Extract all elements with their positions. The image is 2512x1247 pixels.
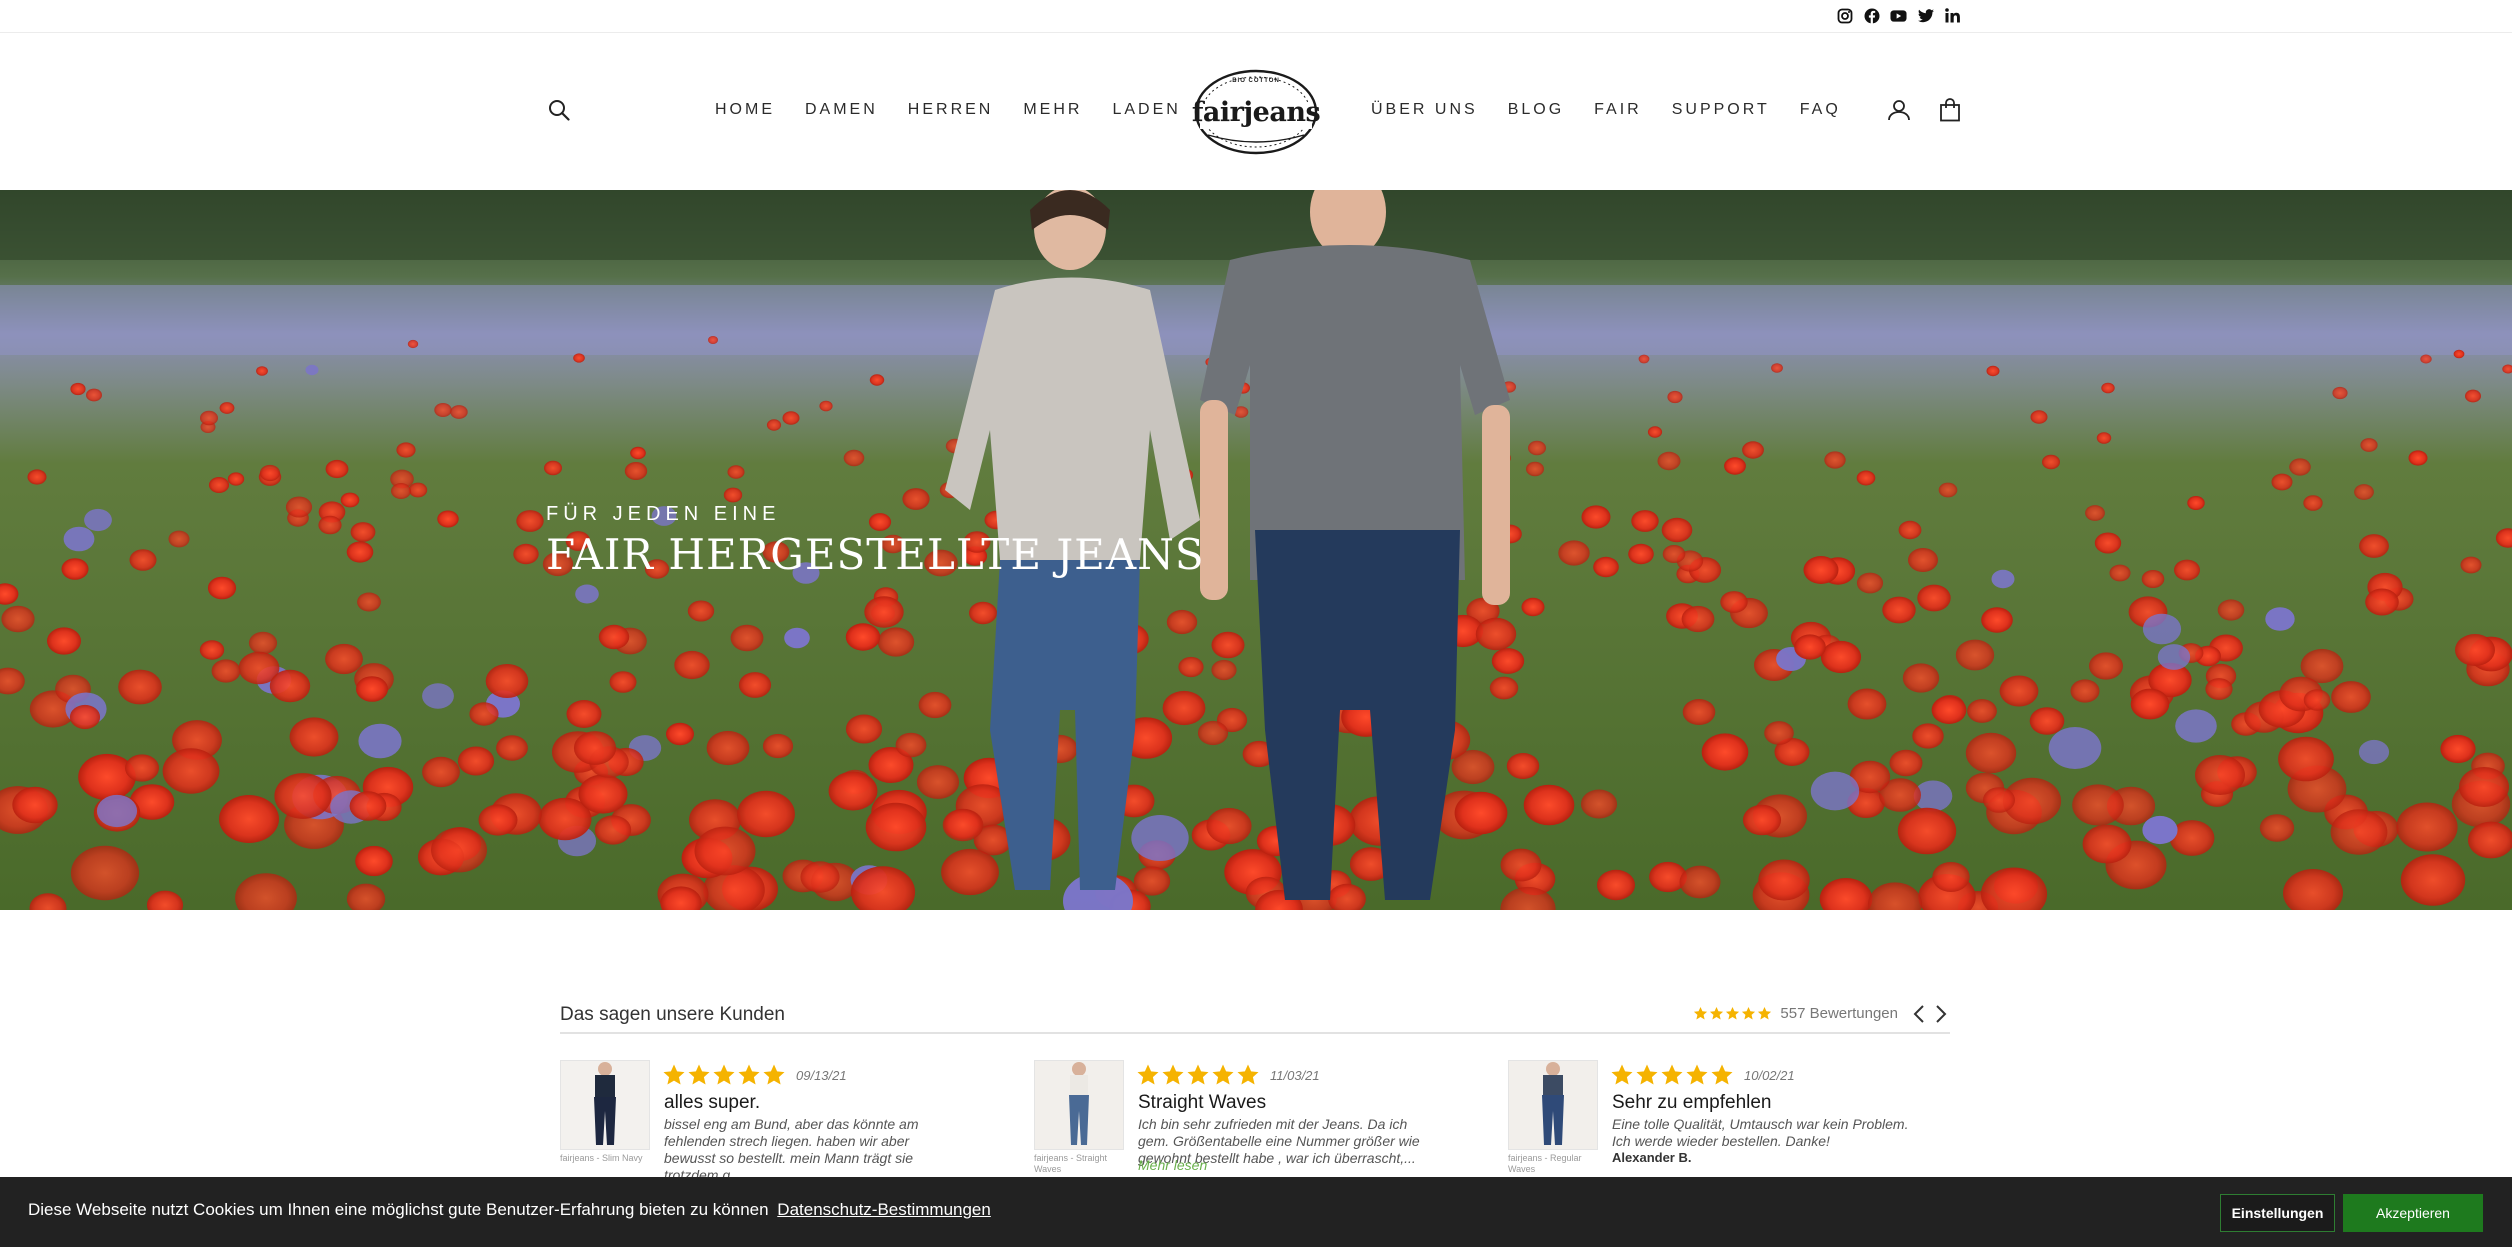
reviews-count: 557 Bewertungen [1780,1005,1898,1022]
review-card[interactable]: fairjeans - Regular Waves 10/02/21 Sehr … [1508,1060,1948,1174]
star-icon [1757,1006,1772,1021]
star-icon [1136,1063,1160,1087]
review-author: Alexander B. [1612,1150,1692,1165]
review-date: 09/13/21 [796,1068,847,1083]
nav-laden[interactable]: LADEN [1112,101,1180,119]
site-logo[interactable]: BIO COTTON fairjeans [1190,67,1322,157]
nav-damen[interactable]: DAMEN [805,101,878,119]
review-title: alles super. [664,1092,761,1113]
review-title: Straight Waves [1138,1092,1267,1113]
cookie-message: Diese Webseite nutzt Cookies um Ihnen ei… [28,1200,769,1219]
review-body: Eine tolle Qualität, Umtausch war kein P… [1612,1116,1909,1149]
cookie-banner: Diese Webseite nutzt Cookies um Ihnen ei… [0,1177,2512,1247]
logo-top-text: BIO COTTON [1232,78,1280,84]
cookie-text: Diese Webseite nutzt Cookies um Ihnen ei… [28,1200,991,1220]
privacy-link[interactable]: Datenschutz-Bestimmungen [777,1200,991,1219]
read-more-link[interactable]: Mehr lesen [1138,1157,1207,1173]
review-title: Sehr zu empfehlen [1612,1092,1772,1113]
star-icon [1709,1006,1724,1021]
review-date: 11/03/21 [1270,1068,1320,1083]
star-icon [1693,1006,1708,1021]
review-card[interactable]: fairjeans - Straight Waves 11/03/21 Stra… [1034,1060,1474,1174]
star-icon [712,1063,736,1087]
review-stars [662,1063,786,1087]
star-icon [1211,1063,1235,1087]
logo-text: fairjeans [1191,97,1321,128]
nav-fair[interactable]: FAIR [1594,101,1642,119]
nav-support[interactable]: SUPPORT [1672,101,1770,119]
review-stars [1610,1063,1734,1087]
account-icon[interactable] [1887,99,1911,126]
star-icon [1725,1006,1740,1021]
youtube-icon[interactable] [1890,7,1907,24]
cart-icon[interactable] [1939,98,1961,127]
reviews-title: Das sagen unsere Kunden [560,1004,785,1025]
star-icon [1710,1063,1734,1087]
review-product-caption: fairjeans - Regular Waves [1508,1153,1582,1174]
review-body: bissel eng am Bund, aber das könnte am f… [664,1116,919,1183]
cookie-accept-button[interactable]: Akzeptieren [2343,1194,2483,1232]
main-nav-left: HOME DAMEN HERREN MEHR LADEN [715,101,1211,119]
instagram-icon[interactable] [1836,7,1853,24]
nav-mehr[interactable]: MEHR [1023,101,1082,119]
twitter-icon[interactable] [1917,7,1934,24]
nav-ueber-uns[interactable]: ÜBER UNS [1371,101,1478,119]
hero-subtitle: FÜR JEDEN EINE [546,503,781,525]
star-icon [687,1063,711,1087]
search-icon[interactable] [548,99,570,126]
main-nav-right: ÜBER UNS BLOG FAIR SUPPORT FAQ [1371,101,1871,119]
star-icon [1236,1063,1260,1087]
review-stars [1136,1063,1260,1087]
review-product-image [1508,1060,1598,1150]
star-icon [1660,1063,1684,1087]
nav-herren[interactable]: HERREN [908,101,994,119]
reviews-summary[interactable]: 557 Bewertungen [1693,1005,1898,1022]
star-icon [1741,1006,1756,1021]
summary-stars [1693,1006,1772,1021]
star-icon [662,1063,686,1087]
review-product-caption: fairjeans - Slim Navy [560,1153,643,1163]
social-bar [0,0,2512,33]
nav-faq[interactable]: FAQ [1800,101,1841,119]
review-product-image [1034,1060,1124,1150]
chevron-left-icon[interactable] [1912,1004,1926,1029]
chevron-right-icon[interactable] [1934,1004,1948,1029]
review-card[interactable]: fairjeans - Slim Navy 09/13/21 alles sup… [560,1060,1000,1183]
star-icon [1685,1063,1709,1087]
star-icon [762,1063,786,1087]
star-icon [1610,1063,1634,1087]
hero-banner[interactable]: FÜR JEDEN EINE FAIR HERGESTELLTE JEANS [0,190,2512,910]
site-header: HOME DAMEN HERREN MEHR LADEN BIO COTTON … [0,33,2512,190]
review-date: 10/02/21 [1744,1068,1795,1083]
hero-title: FAIR HERGESTELLTE JEANS [546,530,1205,579]
star-icon [1186,1063,1210,1087]
review-product-caption: fairjeans - Straight Waves [1034,1153,1108,1174]
nav-home[interactable]: HOME [715,101,775,119]
hero-image [0,190,2512,910]
star-icon [1635,1063,1659,1087]
social-icons [1836,7,1961,24]
review-product-image [560,1060,650,1150]
linkedin-icon[interactable] [1944,7,1961,24]
cookie-settings-button[interactable]: Einstellungen [2220,1194,2335,1232]
reviews-header: Das sagen unsere Kunden 557 Bewertungen [560,1004,1950,1034]
facebook-icon[interactable] [1863,7,1880,24]
nav-blog[interactable]: BLOG [1508,101,1564,119]
star-icon [1161,1063,1185,1087]
star-icon [737,1063,761,1087]
